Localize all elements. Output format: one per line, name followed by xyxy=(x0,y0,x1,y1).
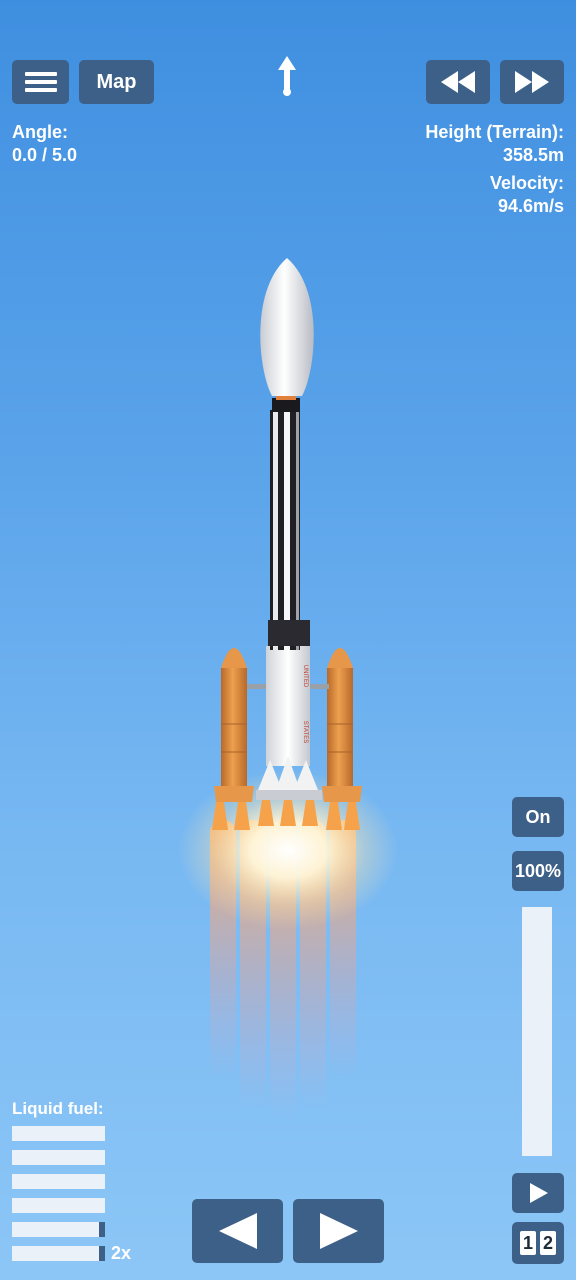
fuel-bar-fill xyxy=(12,1198,105,1213)
fuel-bar-fill xyxy=(12,1150,105,1165)
rocket-text-bottom: STATES xyxy=(302,721,308,743)
rewind-icon xyxy=(441,71,475,93)
fuel-bar xyxy=(12,1174,105,1189)
angle-label: Angle: xyxy=(12,122,68,142)
rotate-right-button[interactable] xyxy=(293,1199,384,1263)
angle-value: 0.0 / 5.0 xyxy=(12,145,78,165)
fuel-bar xyxy=(12,1246,105,1261)
fuel-bar xyxy=(12,1126,105,1141)
rocket-text-top: UNITED xyxy=(302,665,308,688)
fuel-bar-fill xyxy=(12,1222,100,1237)
velocity-label: Velocity: xyxy=(489,173,564,193)
fuel-label: Liquid fuel: xyxy=(12,1099,104,1118)
height-readout: Height (Terrain): 358.5m xyxy=(425,121,564,167)
engine-cluster xyxy=(256,756,322,800)
velocity-value: 94.6m/s xyxy=(497,196,564,216)
height-value: 358.5m xyxy=(502,145,564,165)
angle-readout: Angle: 0.0 / 5.0 xyxy=(12,121,77,167)
fast-forward-icon xyxy=(515,71,549,93)
play-icon xyxy=(530,1183,548,1203)
core-stage xyxy=(266,395,310,766)
stage-selector[interactable]: 1 2 xyxy=(512,1222,564,1264)
rewind-button[interactable] xyxy=(426,60,490,104)
fast-forward-button[interactable] xyxy=(500,60,564,104)
rotate-left-button[interactable] xyxy=(192,1199,283,1263)
fuel-bar xyxy=(12,1198,105,1213)
velocity-readout: Velocity: 94.6m/s xyxy=(490,172,564,218)
height-label: Height (Terrain): xyxy=(425,122,564,142)
right-booster xyxy=(322,648,362,802)
fuel-bar xyxy=(12,1222,105,1237)
hamburger-icon xyxy=(24,68,57,96)
throttle-slider-fill xyxy=(522,907,552,1156)
fuel-bar-fill xyxy=(12,1246,100,1261)
fuel-bar-fill xyxy=(12,1126,105,1141)
rotate-right-icon xyxy=(319,1213,358,1249)
throttle-value-button[interactable]: 100% xyxy=(512,851,564,891)
fuel-bar-fill xyxy=(12,1174,105,1189)
rotate-left-icon xyxy=(218,1213,257,1249)
up-arrow-icon xyxy=(278,56,296,96)
menu-button[interactable] xyxy=(12,60,69,104)
throttle-slider[interactable] xyxy=(522,907,552,1156)
stage-digit-2: 2 xyxy=(540,1231,556,1255)
map-button[interactable]: Map xyxy=(79,60,154,104)
fuel-bar xyxy=(12,1150,105,1165)
fuel-multiplier: 2x xyxy=(111,1243,132,1263)
stage-digit-1: 1 xyxy=(520,1231,536,1255)
payload-fairing xyxy=(260,258,314,396)
play-stage-button[interactable] xyxy=(512,1173,564,1213)
engine-toggle-button[interactable]: On xyxy=(512,797,564,837)
